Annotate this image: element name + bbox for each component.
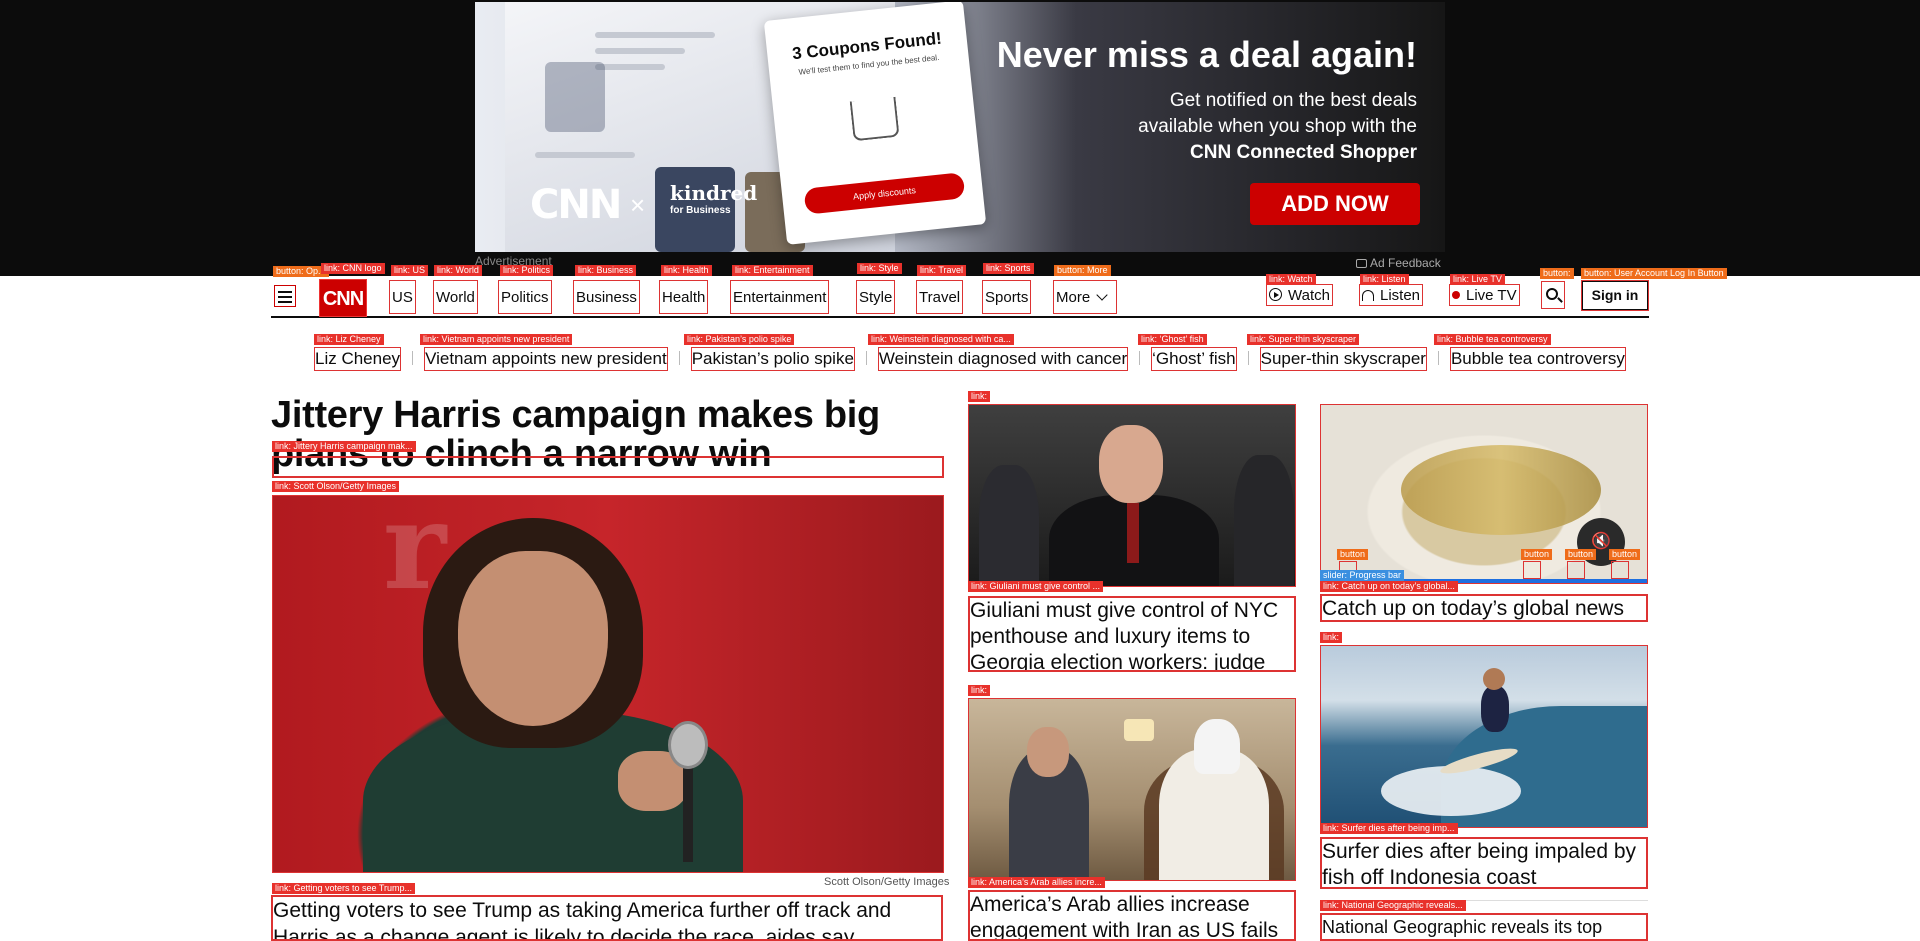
ad-kindred-logo: kindred for Business bbox=[670, 181, 758, 216]
overlay-tag: link: Listen bbox=[1360, 274, 1409, 285]
video-control-button[interactable] bbox=[1523, 561, 1541, 579]
trending-bar: Liz Cheney Vietnam appoints new president… bbox=[314, 347, 1626, 371]
overlay-tag: link: Watch bbox=[1266, 274, 1316, 285]
nav-item-us[interactable]: US bbox=[389, 280, 416, 314]
nav-item-world[interactable]: World bbox=[433, 280, 478, 314]
lead-image[interactable]: r a bbox=[272, 495, 944, 873]
ad-times-icon: × bbox=[630, 190, 646, 220]
feedback-icon bbox=[1356, 259, 1367, 268]
trending-link[interactable]: Bubble tea controversy bbox=[1449, 347, 1626, 371]
overlay-tag: link: Politics bbox=[500, 265, 554, 276]
watch-link[interactable]: Watch bbox=[1266, 284, 1333, 306]
ad-feedback-link[interactable]: Ad Feedback bbox=[1356, 256, 1441, 270]
overlay-tag: link: World bbox=[434, 265, 482, 276]
trending-link[interactable]: Pakistan’s polio spike bbox=[690, 347, 855, 371]
overlay-tag: button bbox=[1565, 549, 1597, 560]
overlay-tag: link: Jittery Harris campaign mak... bbox=[272, 441, 416, 452]
nav-item-sports[interactable]: Sports bbox=[982, 280, 1032, 314]
basket-icon bbox=[849, 96, 900, 142]
live-tv-link[interactable]: Live TV bbox=[1449, 284, 1520, 306]
arab-allies-headline[interactable]: America’s Arab allies increase engagemen… bbox=[968, 890, 1296, 941]
main-navigation: CNN US World Politics Business Health En… bbox=[271, 276, 1649, 318]
chevron-down-icon bbox=[1096, 289, 1108, 301]
nav-item-entertainment[interactable]: Entertainment bbox=[730, 280, 830, 314]
overlay-tag: link: Live TV bbox=[1450, 274, 1505, 285]
overlay-tag: slider: Progress bar bbox=[1320, 570, 1405, 581]
overlay-tag: link: Getting voters to see Trump... bbox=[272, 883, 416, 894]
sign-in-button[interactable]: Sign in bbox=[1581, 280, 1649, 311]
ad-headline: Never miss a deal again! bbox=[996, 34, 1417, 75]
trending-link[interactable]: ‘Ghost’ fish bbox=[1151, 347, 1237, 371]
search-icon[interactable] bbox=[1541, 281, 1565, 309]
ad-zone: 3 Coupons Found! We'll test them to find… bbox=[0, 0, 1920, 276]
overlay-tag: button bbox=[1337, 549, 1369, 560]
overlay-tag: link: Vietnam appoints new president bbox=[420, 334, 573, 345]
trending-link[interactable]: Weinstein diagnosed with cancer bbox=[877, 347, 1129, 371]
image-credit: Scott Olson/Getty Images bbox=[824, 876, 950, 888]
overlay-tag: link: bbox=[968, 685, 991, 696]
overlay-tag: button: More bbox=[1054, 265, 1111, 276]
trending-link[interactable]: Vietnam appoints new president bbox=[424, 347, 668, 371]
video-control-button[interactable] bbox=[1611, 561, 1629, 579]
nav-item-politics[interactable]: Politics bbox=[498, 280, 552, 314]
listen-link[interactable]: Listen bbox=[1359, 284, 1424, 306]
overlay-tag: link: Catch up on today’s global... bbox=[1320, 581, 1458, 592]
arab-allies-image[interactable] bbox=[968, 698, 1296, 881]
overlay-tag: button bbox=[1521, 549, 1553, 560]
headphones-icon bbox=[1362, 290, 1374, 301]
ad-popup-button: Apply discounts bbox=[803, 172, 966, 215]
giuliani-image[interactable] bbox=[968, 404, 1296, 587]
overlay-tag: link: Health bbox=[661, 265, 712, 276]
lead-headline-frame bbox=[272, 456, 944, 478]
overlay-tag: link: bbox=[1320, 632, 1343, 643]
overlay-tag: link: CNN logo bbox=[321, 263, 385, 274]
catchup-video[interactable]: 🔇 bbox=[1320, 404, 1648, 584]
overlay-tag: link: Business bbox=[575, 265, 637, 276]
overlay-tag: link: Travel bbox=[917, 265, 967, 276]
nav-item-health[interactable]: Health bbox=[659, 280, 709, 314]
giuliani-headline[interactable]: Giuliani must give control of NYC pentho… bbox=[968, 596, 1296, 672]
overlay-tag: link: National Geographic reveals... bbox=[1320, 900, 1466, 911]
overlay-tag: button: bbox=[1540, 268, 1574, 279]
overlay-tag: link: Style bbox=[857, 263, 902, 274]
live-dot-icon bbox=[1452, 291, 1460, 299]
video-control-button[interactable] bbox=[1567, 561, 1585, 579]
overlay-tag: link: America’s Arab allies incre... bbox=[968, 877, 1105, 888]
trending-link[interactable]: Super-thin skyscraper bbox=[1259, 347, 1427, 371]
overlay-tag: link: Weinstein diagnosed with ca... bbox=[868, 334, 1014, 345]
overlay-tag: link: Bubble tea controversy bbox=[1434, 334, 1551, 345]
hamburger-menu-icon[interactable] bbox=[274, 285, 296, 307]
overlay-tag: button bbox=[1609, 549, 1641, 560]
ad-coupon-popup: 3 Coupons Found! We'll test them to find… bbox=[763, 2, 987, 245]
play-icon bbox=[1269, 288, 1282, 301]
overlay-tag: link: Surfer dies after being imp... bbox=[1320, 823, 1458, 834]
ad-banner[interactable]: 3 Coupons Found! We'll test them to find… bbox=[475, 2, 1445, 252]
overlay-tag: link: Giuliani must give control ... bbox=[968, 581, 1104, 592]
overlay-tag: link: Pakistan’s polio spike bbox=[684, 334, 795, 345]
surfer-image[interactable] bbox=[1320, 645, 1648, 828]
surfer-headline[interactable]: Surfer dies after being impaled by fish … bbox=[1320, 837, 1648, 889]
overlay-tag: link: Super-thin skyscraper bbox=[1247, 334, 1360, 345]
overlay-tag: link: bbox=[968, 391, 991, 402]
overlay-tag: link: ‘Ghost’ fish bbox=[1138, 334, 1207, 345]
overlay-tag: link: US bbox=[391, 265, 429, 276]
natgeo-headline[interactable]: National Geographic reveals its top bbox=[1320, 913, 1648, 941]
overlay-tag: button: User Account Log In Button bbox=[1581, 268, 1727, 279]
trending-link[interactable]: Liz Cheney bbox=[314, 347, 402, 371]
overlay-tag: link: Entertainment bbox=[732, 265, 813, 276]
nav-item-style[interactable]: Style bbox=[856, 280, 896, 314]
ad-body: Get notified on the best deals available… bbox=[1138, 90, 1417, 163]
ad-cta-button[interactable]: ADD NOW bbox=[1250, 183, 1420, 225]
overlay-tag: link: Sports bbox=[983, 263, 1034, 274]
ad-cnn-logo: CNN bbox=[530, 182, 622, 228]
overlay-tag: link: Scott Olson/Getty Images bbox=[272, 481, 400, 492]
nav-more-button[interactable]: More bbox=[1053, 280, 1117, 314]
overlay-tag: link: Liz Cheney bbox=[314, 334, 384, 345]
cnn-logo[interactable]: CNN bbox=[319, 279, 367, 317]
lead-subheadline[interactable]: Getting voters to see Trump as taking Am… bbox=[271, 895, 943, 941]
nav-item-business[interactable]: Business bbox=[573, 280, 640, 314]
catchup-headline[interactable]: Catch up on today’s global news bbox=[1320, 594, 1648, 622]
nav-item-travel[interactable]: Travel bbox=[916, 280, 964, 314]
